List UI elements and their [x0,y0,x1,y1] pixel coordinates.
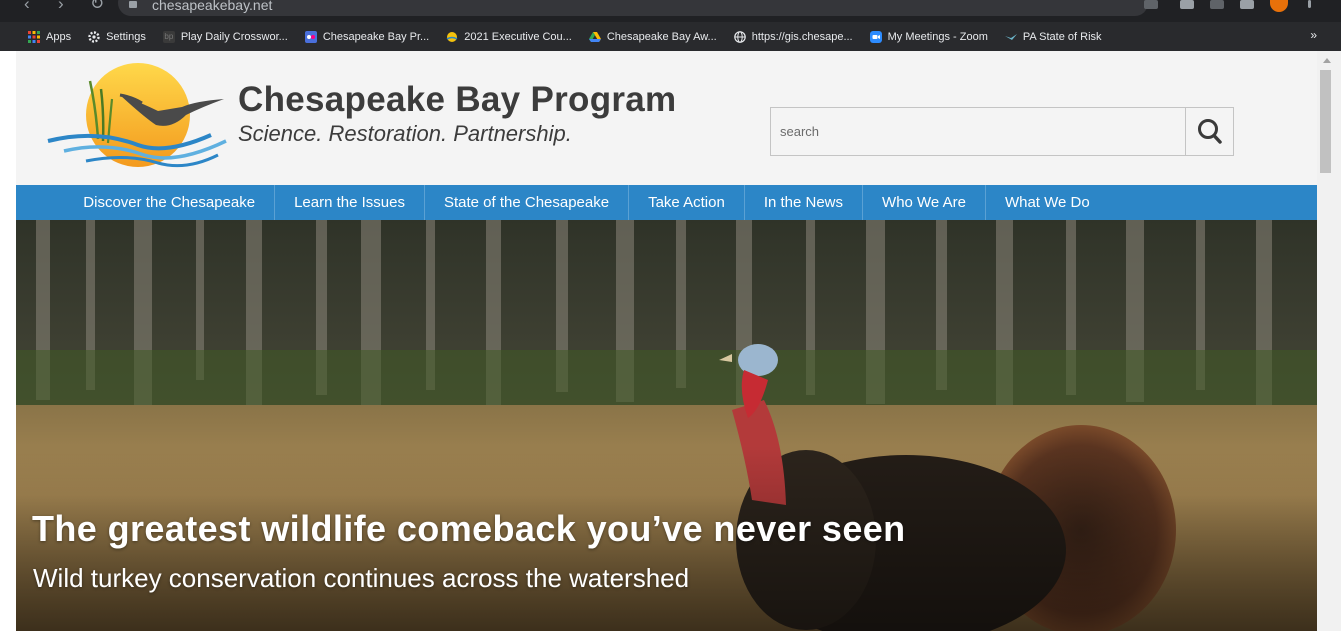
more-bookmarks-chevron-icon[interactable]: » [1310,28,1317,42]
browser-toolbar: ‹ › ↻ chesapeakebay.net [0,0,1341,22]
bookmarks-bar: Apps Settings bp Play Daily Crosswor... … [0,22,1341,51]
search-input[interactable] [771,108,1185,155]
search-box [770,107,1234,156]
search-icon [1198,119,1222,144]
extension-icon[interactable] [1180,0,1194,9]
bookmark-chesapeake-flickr[interactable]: Chesapeake Bay Pr... [304,30,430,43]
bp-icon: bp [162,30,175,43]
apps-grid-icon [28,30,40,43]
extension-icon[interactable] [1210,0,1224,9]
bookmark-label: Settings [106,30,146,43]
bookmark-label: PA State of Risk [1022,30,1102,43]
bookmark-label: Chesapeake Bay Aw... [606,30,717,43]
bookmark-crossword[interactable]: bp Play Daily Crosswor... [162,30,288,43]
bookmark-label: Chesapeake Bay Pr... [322,30,430,43]
hero-banner[interactable]: The greatest wildlife comeback you’ve ne… [16,220,1317,631]
bookmark-zoom[interactable]: My Meetings - Zoom [869,30,988,43]
gear-icon [88,30,100,43]
bookmark-label: My Meetings - Zoom [887,30,988,43]
bookmark-apps[interactable]: Apps [28,30,72,43]
scroll-up-arrow-icon[interactable] [1323,58,1331,63]
profile-avatar[interactable] [1270,0,1288,12]
puzzle-icon[interactable] [1240,0,1254,9]
globe-icon [733,30,746,43]
web-page: Chesapeake Bay Program Science. Restorat… [16,51,1317,631]
bookmark-label: https://gis.chesape... [751,30,853,43]
bookmark-settings[interactable]: Settings [88,31,146,43]
zoom-icon [869,30,882,43]
search-button[interactable] [1185,108,1233,155]
bookmark-pa-state-of-risk[interactable]: PA State of Risk [1004,30,1102,43]
bookmark-label: Apps [46,30,72,43]
main-nav: Discover the Chesapeake Learn the Issues… [16,185,1317,220]
reload-icon[interactable]: ↻ [90,0,104,14]
nav-state-of-the-chesapeake[interactable]: State of the Chesapeake [425,185,630,220]
nav-what-we-do[interactable]: What We Do [986,185,1109,220]
flickr-icon [304,30,317,43]
url-text: chesapeakebay.net [152,0,273,13]
hero-headline[interactable]: The greatest wildlife comeback you’ve ne… [32,508,906,550]
nav-in-the-news[interactable]: In the News [745,185,864,220]
bird-icon [1004,31,1017,43]
bookmark-label: Play Daily Crosswor... [180,30,288,43]
bookmark-gis[interactable]: https://gis.chesape... [733,30,853,43]
scrollbar-thumb[interactable] [1320,70,1331,173]
forward-arrow-icon[interactable]: › [58,0,64,14]
nav-take-action[interactable]: Take Action [629,185,745,220]
cb-icon [446,31,458,43]
bookmark-chesapeake-drive[interactable]: Chesapeake Bay Aw... [588,30,717,43]
drive-icon [588,31,601,43]
nav-discover-the-chesapeake[interactable]: Discover the Chesapeake [64,185,276,220]
bookmark-star-icon[interactable] [1144,0,1158,9]
address-bar[interactable]: chesapeakebay.net [118,0,1148,16]
lock-icon [129,1,137,8]
hero-subheadline: Wild turkey conservation continues acros… [33,563,690,593]
back-arrow-icon[interactable]: ‹ [24,0,30,14]
cbp-logo[interactable] [46,59,236,184]
bookmark-executive-council[interactable]: 2021 Executive Cou... [446,31,572,43]
bookmark-label: 2021 Executive Cou... [464,30,572,43]
nav-learn-the-issues[interactable]: Learn the Issues [275,185,425,220]
nav-who-we-are[interactable]: Who We Are [863,185,986,220]
site-title[interactable]: Chesapeake Bay Program [238,80,676,120]
site-header: Chesapeake Bay Program Science. Restorat… [16,51,1317,185]
kebab-menu-icon[interactable] [1308,0,1311,8]
site-tagline: Science. Restoration. Partnership. [238,121,572,146]
